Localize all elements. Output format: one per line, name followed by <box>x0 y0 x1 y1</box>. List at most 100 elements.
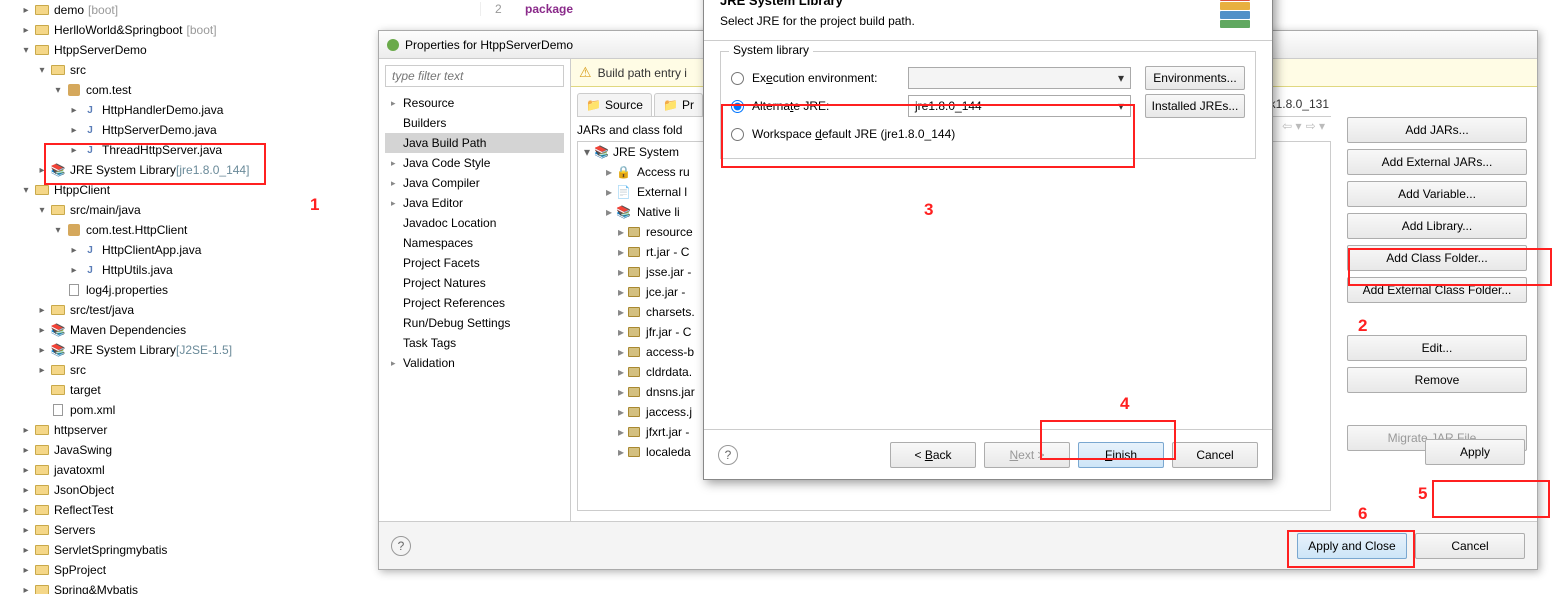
tree-row[interactable]: ▸📚Maven Dependencies <box>0 320 380 340</box>
chevron-right-icon: ▸ <box>606 165 612 179</box>
tree-row[interactable]: ▾com.test.HttpClient <box>0 220 380 240</box>
add-jars-button[interactable]: Add JARs... <box>1347 117 1527 143</box>
tab-source[interactable]: 📁Source <box>577 93 652 116</box>
project-icon <box>34 463 50 477</box>
tree-row[interactable]: ▸Spring&Mybatis <box>0 580 380 594</box>
help-icon[interactable]: ? <box>718 445 738 465</box>
nav-item-java-compiler[interactable]: ▸Java Compiler <box>385 173 564 193</box>
anno-4: 4 <box>1120 394 1129 414</box>
nav-item-project-facets[interactable]: Project Facets <box>385 253 564 273</box>
tree-row[interactable]: ▸JsonObject <box>0 480 380 500</box>
workspace-default-radio[interactable] <box>731 128 744 141</box>
tree-row[interactable]: ▸src <box>0 360 380 380</box>
tree-row[interactable]: ▾src/main/java <box>0 200 380 220</box>
add-class-folder-button[interactable]: Add Class Folder... <box>1347 245 1527 271</box>
tree-row[interactable]: ▸ src/test/java <box>0 300 380 320</box>
expand-icon <box>52 284 64 296</box>
tree-row[interactable]: ▾src <box>0 60 380 80</box>
nav-item-builders[interactable]: Builders <box>385 113 564 133</box>
tree-row[interactable]: log4j.properties <box>0 280 380 300</box>
exec-env-label[interactable]: Execution environment: <box>752 71 902 85</box>
nav-item-project-references[interactable]: Project References <box>385 293 564 313</box>
nav-item-java-code-style[interactable]: ▸Java Code Style <box>385 153 564 173</box>
tree-row[interactable]: ▸SpProject <box>0 560 380 580</box>
back-arrow-icon[interactable]: ⇦ ▾ <box>1282 119 1301 133</box>
entry-icon: 🔒 <box>616 165 631 179</box>
remove-button[interactable]: Remove <box>1347 367 1527 393</box>
tree-label: HtppClient <box>54 183 110 197</box>
java-icon: J <box>82 123 98 137</box>
tree-row[interactable]: ▸JHttpHandlerDemo.java <box>0 100 380 120</box>
tree-row[interactable]: ▾HtppClient <box>0 180 380 200</box>
alt-jre-combo[interactable]: jre1.8.0_144 <box>908 95 1131 117</box>
nav-item-namespaces[interactable]: Namespaces <box>385 233 564 253</box>
alt-jre-label[interactable]: Alternate JRE: <box>752 99 902 113</box>
tree-row[interactable]: ▸JThreadHttpServer.java <box>0 140 380 160</box>
edit-button[interactable]: Edit... <box>1347 335 1527 361</box>
tree-row[interactable]: ▸httpserver <box>0 420 380 440</box>
tree-row[interactable]: ▸HerlloWorld&Springboot[boot] <box>0 20 380 40</box>
nav-label: Namespaces <box>403 236 473 250</box>
back-button[interactable]: < Back <box>890 442 976 468</box>
add-library-button[interactable]: Add Library... <box>1347 213 1527 239</box>
cancel-button[interactable]: Cancel <box>1415 533 1525 559</box>
jar-label: jfr.jar - C <box>646 325 691 339</box>
tree-row[interactable]: ▸JHttpUtils.java <box>0 260 380 280</box>
properties-title-text: Properties for HtppServerDemo <box>405 38 573 52</box>
finish-button[interactable]: Finish <box>1078 442 1164 468</box>
add-variable-button[interactable]: Add Variable... <box>1347 181 1527 207</box>
tree-row[interactable]: ▾HtppServerDemo <box>0 40 380 60</box>
tree-row[interactable]: ▸📚JRE System Library[J2SE-1.5] <box>0 340 380 360</box>
tree-row[interactable]: ▸demo[boot] <box>0 0 380 20</box>
nav-item-task-tags[interactable]: Task Tags <box>385 333 564 353</box>
nav-item-run-debug-settings[interactable]: Run/Debug Settings <box>385 313 564 333</box>
tree-row[interactable]: ▾com.test <box>0 80 380 100</box>
add-external-jars-button[interactable]: Add External JARs... <box>1347 149 1527 175</box>
expand-icon: ▾ <box>36 204 48 216</box>
tree-row[interactable]: ▸javatoxml <box>0 460 380 480</box>
tree-row[interactable]: ▸📚JRE System Library[jre1.8.0_144] <box>0 160 380 180</box>
jar-icon <box>628 267 640 277</box>
nav-item-resource[interactable]: ▸Resource <box>385 93 564 113</box>
nav-item-java-build-path[interactable]: Java Build Path <box>385 133 564 153</box>
nav-item-validation[interactable]: ▸Validation <box>385 353 564 373</box>
fwd-arrow-icon[interactable]: ⇨ ▾ <box>1306 119 1325 133</box>
tree-row[interactable]: ▸ReflectTest <box>0 500 380 520</box>
tree-row[interactable]: ▸Servers <box>0 520 380 540</box>
tree-row[interactable]: ▸JHttpClientApp.java <box>0 240 380 260</box>
tab-projects[interactable]: 📁Pr <box>654 93 703 116</box>
nav-label: Run/Debug Settings <box>403 316 510 330</box>
workspace-default-label[interactable]: Workspace default JRE (jre1.8.0_144) <box>752 127 955 141</box>
expand-icon: ▾ <box>52 224 64 236</box>
filter-input[interactable] <box>385 65 564 87</box>
chevron-right-icon: ▸ <box>391 178 401 189</box>
jar-label: Native li <box>637 205 680 219</box>
nav-item-java-editor[interactable]: ▸Java Editor <box>385 193 564 213</box>
project-icon <box>34 523 50 537</box>
expand-icon: ▸ <box>36 304 48 316</box>
add-external-class-folder-button[interactable]: Add External Class Folder... <box>1347 277 1527 303</box>
tree-label: src/test/java <box>70 303 134 317</box>
tree-row[interactable]: ▸JavaSwing <box>0 440 380 460</box>
cancel-button[interactable]: Cancel <box>1172 442 1258 468</box>
nav-item-project-natures[interactable]: Project Natures <box>385 273 564 293</box>
tree-row[interactable]: target <box>0 380 380 400</box>
alt-jre-radio[interactable] <box>731 100 744 113</box>
tree-label: HerlloWorld&Springboot <box>54 23 183 37</box>
exec-env-radio[interactable] <box>731 72 744 85</box>
project-icon <box>34 3 50 17</box>
nav-item-javadoc-location[interactable]: Javadoc Location <box>385 213 564 233</box>
tree-row[interactable]: ▸JHttpServerDemo.java <box>0 120 380 140</box>
tree-row[interactable]: ▸ServletSpringmybatis <box>0 540 380 560</box>
help-icon[interactable]: ? <box>391 536 411 556</box>
apply-button[interactable]: Apply <box>1425 439 1525 465</box>
tree-row[interactable]: pom.xml <box>0 400 380 420</box>
keyword: package <box>525 2 573 16</box>
jar-label: External l <box>637 185 687 199</box>
environments-button[interactable]: Environments... <box>1145 66 1245 90</box>
installed-jres-button[interactable]: Installed JREs... <box>1145 94 1245 118</box>
chevron-right-icon: ▸ <box>391 198 401 209</box>
jar-label: charsets. <box>646 305 695 319</box>
apply-and-close-button[interactable]: Apply and Close <box>1297 533 1407 559</box>
java-icon: J <box>82 243 98 257</box>
